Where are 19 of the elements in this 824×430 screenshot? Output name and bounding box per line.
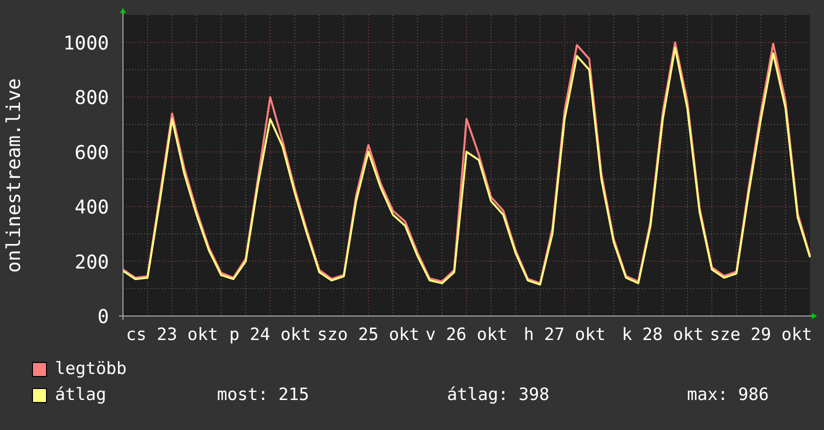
x-tick-label: sze 29 okt bbox=[710, 325, 812, 345]
x-tick-label: cs 23 okt bbox=[126, 325, 218, 345]
legend-statistic: most: 215 bbox=[217, 384, 310, 407]
x-tick-label: szo 25 okt bbox=[317, 325, 420, 345]
x-tick-label: k 28 okt bbox=[622, 325, 704, 345]
legend-label: legtöbb bbox=[55, 358, 128, 381]
y-tick-label: 1000 bbox=[63, 32, 109, 54]
x-tick-label: v 26 okt bbox=[426, 325, 508, 345]
legend-label: átlag bbox=[55, 384, 108, 407]
y-tick-label: 600 bbox=[74, 142, 109, 164]
x-tick-label: p 24 okt bbox=[229, 325, 312, 345]
y-tick-label: 400 bbox=[74, 196, 109, 219]
y-tick-label: 0 bbox=[98, 306, 109, 328]
y-tick-label: 800 bbox=[74, 87, 109, 110]
x-tick-label: h 27 okt bbox=[524, 325, 606, 345]
legend-statistic: max: 986 bbox=[687, 384, 770, 407]
y-axis-title: onlinestream.live bbox=[3, 78, 25, 273]
legend-statistic: átlag: 398 bbox=[447, 384, 550, 407]
y-tick-label: 200 bbox=[74, 251, 109, 274]
